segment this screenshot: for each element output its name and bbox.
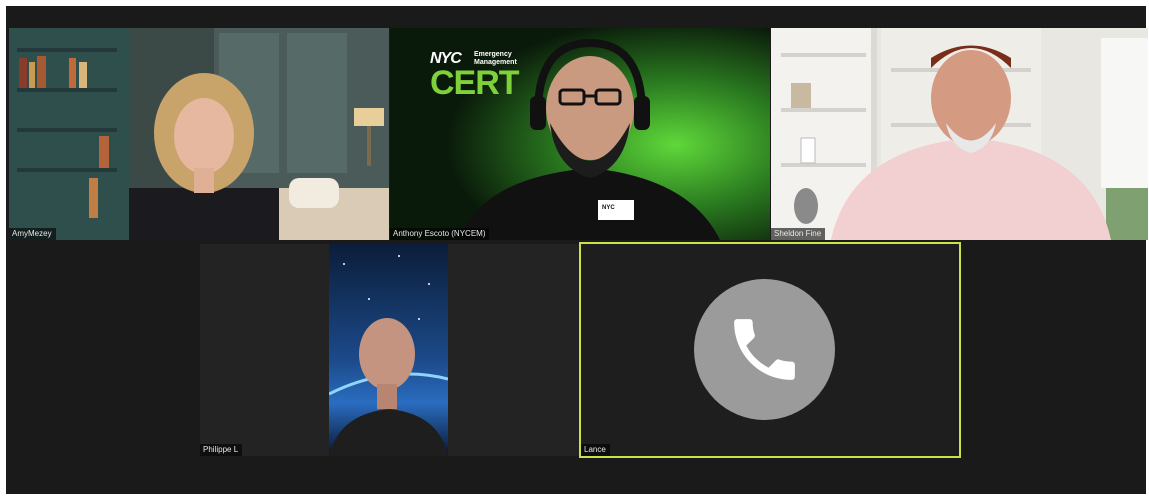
- participant-tile-lance[interactable]: Lance: [579, 242, 961, 458]
- nyc-cert-logo: NYC Emergency Management CERT: [430, 50, 540, 110]
- phone-call-avatar: [694, 279, 835, 420]
- phone-icon: [734, 319, 795, 380]
- participant-tile-sheldon[interactable]: Sheldon Fine: [771, 28, 1148, 240]
- participant-name-label: Philippe L: [200, 444, 243, 456]
- participant-video-amy: [9, 28, 389, 240]
- participant-name-label: Lance: [581, 444, 610, 456]
- participant-video-philippe: [329, 244, 448, 456]
- participant-name-label: AmyMezey: [9, 228, 56, 240]
- participant-tile-anthony[interactable]: NYC NYC Emergency Management CERT Anthon…: [390, 28, 770, 240]
- meeting-gallery-view: AmyMezey NYC NYC Emergency Management CE…: [6, 6, 1148, 494]
- cert-logo-line1: Emergency: [474, 51, 512, 58]
- participant-video-sheldon: [771, 28, 1148, 240]
- participant-tile-amy[interactable]: AmyMezey: [9, 28, 389, 240]
- participant-tile-philippe[interactable]: Philippe L: [200, 244, 580, 456]
- shirt-logo-nyc: NYC: [602, 205, 615, 211]
- cert-logo-text: CERT: [430, 64, 520, 102]
- participant-name-label: Sheldon Fine: [771, 228, 826, 240]
- participant-name-label: Anthony Escoto (NYCEM): [390, 228, 490, 240]
